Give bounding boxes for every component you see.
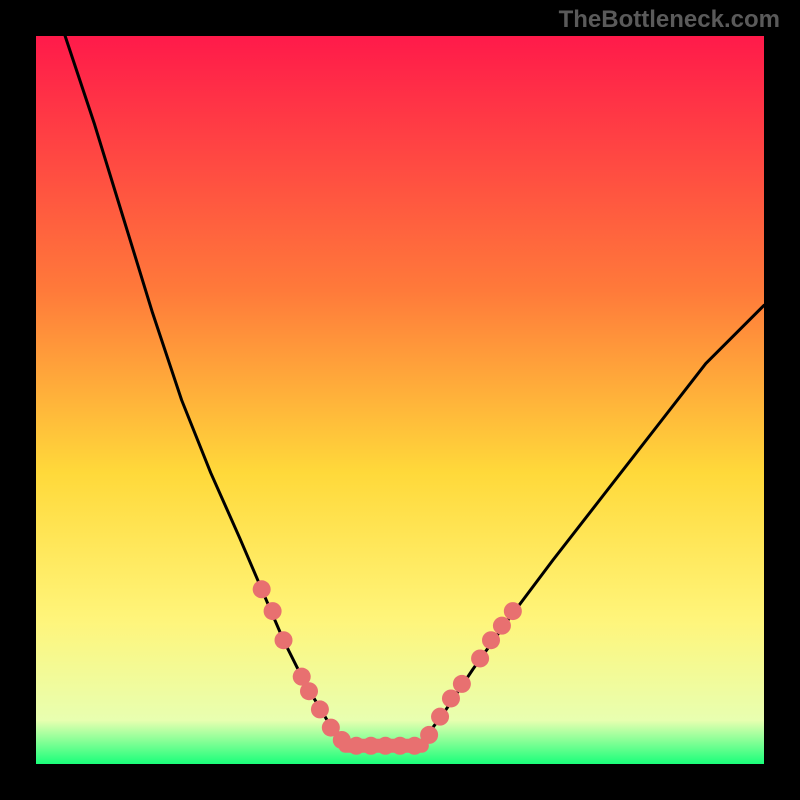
data-marker — [431, 708, 449, 726]
data-marker — [311, 700, 329, 718]
data-marker — [471, 649, 489, 667]
data-marker — [504, 602, 522, 620]
data-marker — [420, 726, 438, 744]
data-marker — [253, 580, 271, 598]
watermark-text: TheBottleneck.com — [559, 6, 780, 34]
data-marker — [406, 737, 424, 755]
chart-container: TheBottleneck.com — [0, 0, 800, 800]
bottleneck-chart — [0, 0, 800, 800]
data-marker — [275, 631, 293, 649]
data-marker — [442, 689, 460, 707]
data-marker — [300, 682, 318, 700]
plot-background — [36, 36, 764, 764]
data-marker — [264, 602, 282, 620]
data-marker — [482, 631, 500, 649]
data-marker — [453, 675, 471, 693]
data-marker — [493, 617, 511, 635]
